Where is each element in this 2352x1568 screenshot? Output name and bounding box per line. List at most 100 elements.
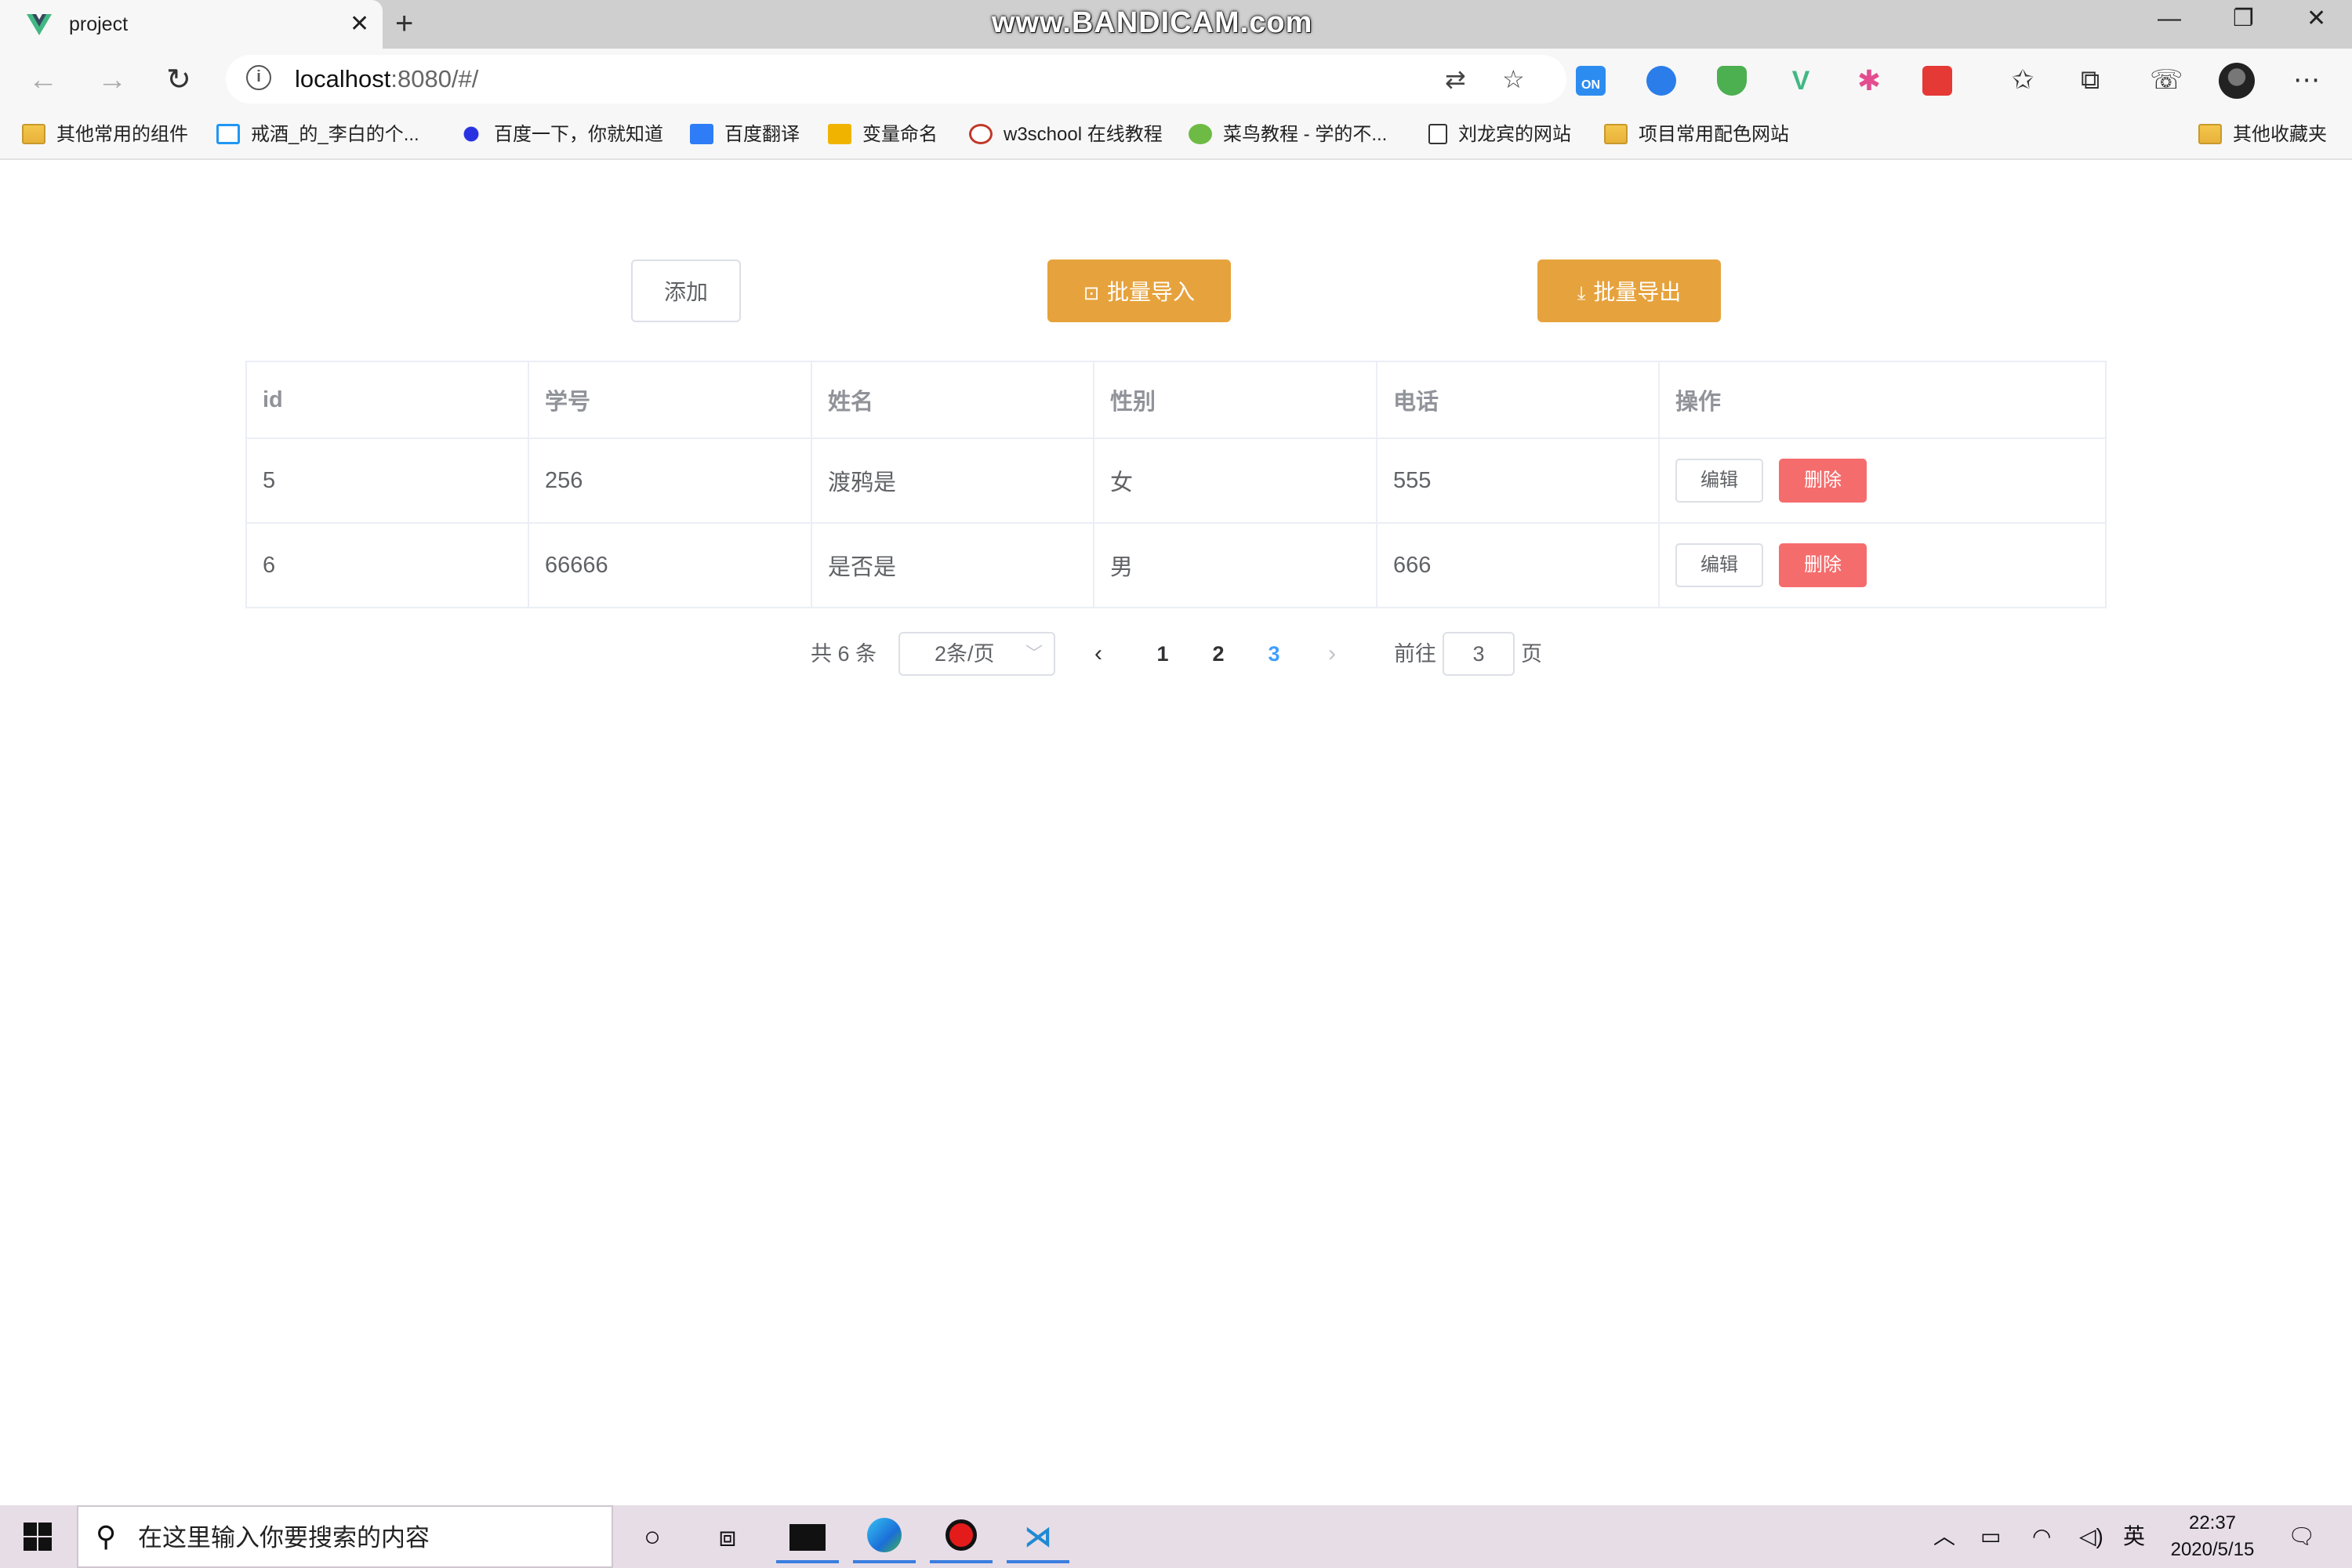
battery-icon[interactable]: ▭ bbox=[1980, 1521, 2001, 1552]
delete-button[interactable]: 删除 bbox=[1779, 543, 1867, 587]
page-number-current[interactable]: 3 bbox=[1258, 630, 1290, 677]
shield-extension-icon[interactable] bbox=[1717, 66, 1747, 96]
profile-avatar[interactable] bbox=[2219, 63, 2255, 99]
bilibili-icon bbox=[216, 124, 240, 144]
delete-button[interactable]: 删除 bbox=[1779, 459, 1867, 503]
favorites-icon[interactable]: ✩ bbox=[2012, 64, 2034, 96]
page-number[interactable]: 1 bbox=[1147, 630, 1178, 677]
bookmark-item[interactable]: 菜鸟教程 - 学的不... bbox=[1189, 119, 1387, 151]
site-info-icon[interactable]: i bbox=[246, 65, 271, 90]
batch-export-button[interactable]: ⤓ 批量导出 bbox=[1537, 260, 1721, 322]
ime-indicator[interactable]: 英 bbox=[2123, 1521, 2145, 1552]
clock-time: 22:37 bbox=[2188, 1512, 2237, 1534]
favorite-star-icon[interactable]: ☆ bbox=[1502, 64, 1525, 94]
read-aloud-translate-icon[interactable]: ⇄ bbox=[1445, 64, 1466, 94]
download-icon: ⤓ bbox=[1577, 283, 1586, 304]
pagination-total: 共 6 条 bbox=[811, 642, 877, 666]
minimize-icon[interactable]: — bbox=[2158, 3, 2181, 34]
vscode-icon[interactable]: ⋊ bbox=[1007, 1516, 1069, 1563]
next-page-icon[interactable]: › bbox=[1328, 630, 1336, 677]
extension-on-icon[interactable]: ON bbox=[1576, 66, 1606, 96]
table-row: 5 256 渡鸦是 女 555 编辑 删除 bbox=[247, 439, 2105, 524]
edit-button[interactable]: 编辑 bbox=[1675, 543, 1763, 587]
recorder-watermark: www.BANDICAM.com bbox=[992, 6, 1313, 39]
bookmark-item[interactable]: 百度一下，你就知道 bbox=[459, 119, 663, 151]
edit-button[interactable]: 编辑 bbox=[1675, 459, 1763, 503]
taskbar-search-box[interactable]: ⚲ 在这里输入你要搜索的内容 bbox=[77, 1505, 613, 1568]
notification-icon[interactable]: 🗨 bbox=[2288, 1521, 2316, 1552]
other-bookmarks[interactable]: 其他收藏夹 bbox=[2198, 119, 2327, 151]
windows-start-icon[interactable] bbox=[24, 1523, 52, 1551]
actions-cell: 编辑 删除 bbox=[1660, 439, 2108, 522]
tab-close-icon[interactable]: ✕ bbox=[350, 11, 369, 38]
bookmark-item[interactable]: 戒酒_的_李白的个... bbox=[216, 119, 419, 151]
page-number[interactable]: 2 bbox=[1203, 630, 1234, 677]
phone-cell: 555 bbox=[1377, 439, 1660, 522]
browser-tab[interactable]: project ✕ bbox=[0, 0, 383, 49]
table-header-row: id 学号 姓名 性别 电话 操作 bbox=[247, 362, 2105, 439]
bookmark-label: 刘龙宾的网站 bbox=[1458, 124, 1571, 145]
more-menu-icon[interactable]: ⋯ bbox=[2293, 64, 2320, 96]
translate-icon bbox=[690, 124, 713, 144]
bookmark-item[interactable]: w3school 在线教程 bbox=[969, 119, 1163, 151]
browser-toolbar: ← → ↻ i localhost:8080/#/ ⇄ ☆ ON V ✱ ✩ ⧉… bbox=[0, 49, 2352, 111]
bandicam-icon[interactable] bbox=[930, 1516, 993, 1563]
chevron-down-icon: ﹀ bbox=[1025, 644, 1043, 663]
task-view-icon[interactable]: ⧈ bbox=[696, 1516, 759, 1563]
refresh-icon[interactable]: ↻ bbox=[166, 63, 191, 97]
phone-cell: 666 bbox=[1377, 524, 1660, 607]
goto-page-input[interactable]: 3 bbox=[1443, 632, 1515, 676]
vue-logo-icon bbox=[27, 14, 52, 35]
vue-devtools-icon[interactable]: V bbox=[1786, 66, 1816, 96]
new-tab-icon[interactable]: + bbox=[395, 8, 413, 39]
url-text[interactable]: localhost:8080/#/ bbox=[295, 64, 478, 94]
table-header-cell: 学号 bbox=[529, 362, 812, 437]
page-size-value: 2条/页 bbox=[935, 642, 995, 666]
bookmark-label: 百度一下，你就知道 bbox=[494, 124, 663, 145]
color-picker-extension-icon[interactable]: ✱ bbox=[1854, 66, 1884, 96]
feedback-icon[interactable]: ☏ bbox=[2150, 64, 2183, 96]
bookmark-label: 变量命名 bbox=[862, 124, 938, 145]
gender-cell: 男 bbox=[1094, 524, 1377, 607]
bookmark-item[interactable]: 其他常用的组件 bbox=[22, 119, 188, 151]
window-close-icon[interactable]: ✕ bbox=[2307, 3, 2326, 34]
table-row: 6 66666 是否是 男 666 编辑 删除 bbox=[247, 524, 2105, 607]
batch-import-label: 批量导入 bbox=[1107, 280, 1196, 304]
runoob-icon bbox=[1189, 124, 1212, 144]
w3school-icon bbox=[969, 124, 993, 144]
table-header-cell: 电话 bbox=[1377, 362, 1660, 437]
batch-export-label: 批量导出 bbox=[1593, 280, 1682, 304]
wifi-icon[interactable]: ◠ bbox=[2032, 1521, 2051, 1552]
bookmark-label: 菜鸟教程 - 学的不... bbox=[1223, 124, 1388, 145]
edge-browser-icon[interactable] bbox=[853, 1516, 916, 1563]
bookmark-item[interactable]: 项目常用配色网站 bbox=[1604, 119, 1789, 151]
bookmark-item[interactable]: 百度翻译 bbox=[690, 119, 800, 151]
json-extension-icon[interactable] bbox=[1646, 66, 1676, 96]
page-size-select[interactable]: 2条/页 ﹀ bbox=[898, 632, 1055, 676]
back-icon[interactable]: ← bbox=[28, 63, 58, 97]
folder-icon bbox=[22, 124, 45, 144]
table-header-cell: id bbox=[247, 362, 529, 437]
student-table: id 学号 姓名 性别 电话 操作 5 256 渡鸦是 女 555 编辑 删除 … bbox=[245, 361, 2107, 608]
bookmarks-bar: 其他常用的组件 戒酒_的_李白的个... 百度一下，你就知道 百度翻译 变量命名… bbox=[0, 111, 2352, 160]
add-button[interactable]: 添加 bbox=[631, 260, 741, 322]
address-bar[interactable]: i localhost:8080/#/ ⇄ ☆ bbox=[226, 55, 1566, 103]
name-cell: 渡鸦是 bbox=[812, 439, 1094, 522]
collections-icon[interactable]: ⧉ bbox=[2081, 64, 2100, 96]
volume-icon[interactable]: ◁) bbox=[2079, 1521, 2103, 1552]
taskbar-search-placeholder: 在这里输入你要搜索的内容 bbox=[138, 1524, 430, 1552]
taskbar-clock[interactable]: 22:37 2020/5/15 bbox=[2158, 1510, 2267, 1563]
bookmark-item[interactable]: 变量命名 bbox=[828, 119, 938, 151]
show-hidden-icons[interactable]: ︿ bbox=[1933, 1521, 1955, 1552]
batch-import-button[interactable]: ⊡ 批量导入 bbox=[1047, 260, 1231, 322]
folder-icon bbox=[2198, 124, 2222, 144]
prev-page-icon[interactable]: ‹ bbox=[1094, 630, 1102, 677]
taskbar: ⚲ 在这里输入你要搜索的内容 ○ ⧈ ⋊ ︿ ▭ ◠ ◁) 英 22:37 20… bbox=[0, 1505, 2352, 1568]
cube-extension-icon[interactable] bbox=[1922, 66, 1952, 96]
bookmark-item[interactable]: 刘龙宾的网站 bbox=[1428, 119, 1571, 151]
baidu-icon bbox=[459, 124, 483, 144]
cortana-icon[interactable]: ○ bbox=[621, 1516, 684, 1563]
terminal-app-icon[interactable] bbox=[776, 1516, 839, 1563]
forward-icon[interactable]: → bbox=[97, 63, 127, 97]
restore-icon[interactable]: ❐ bbox=[2233, 3, 2254, 34]
